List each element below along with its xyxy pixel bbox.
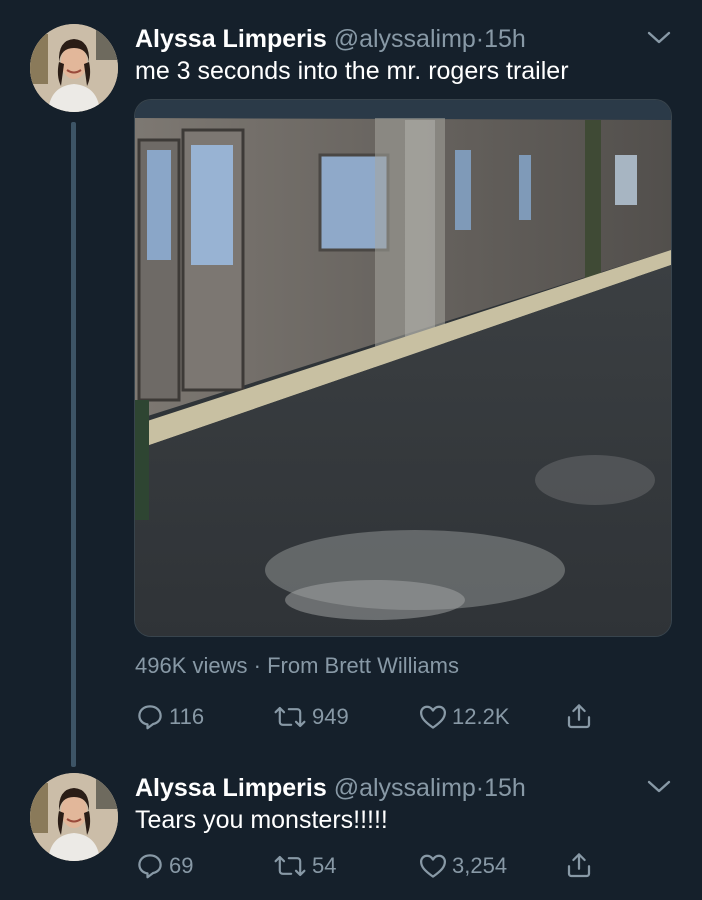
tweet-header: Alyssa Limperis @alyssalimp·15h <box>135 22 526 56</box>
timestamp[interactable]: 15h <box>484 774 526 802</box>
separator-dot: · <box>475 774 485 802</box>
view-count: 496K views <box>135 653 248 678</box>
retweet-icon <box>274 855 306 877</box>
chevron-down-icon[interactable] <box>646 777 672 797</box>
share-icon[interactable] <box>564 701 594 736</box>
heart-icon <box>420 705 446 729</box>
reply-button[interactable]: 116 <box>135 699 204 735</box>
tweet-text: Tears you monsters!!!!! <box>135 806 388 834</box>
retweet-count: 54 <box>312 853 337 878</box>
retweet-icon <box>274 706 306 728</box>
like-count: 12.2K <box>452 704 510 729</box>
reply-button[interactable]: 69 <box>135 848 193 884</box>
chevron-down-icon[interactable] <box>646 28 672 48</box>
reply-icon <box>138 705 162 730</box>
heart-icon <box>420 854 446 878</box>
tweet-header: Alyssa Limperis @alyssalimp·15h <box>135 771 526 805</box>
retweet-count: 949 <box>312 704 349 729</box>
like-count: 3,254 <box>452 853 508 878</box>
reply-count: 69 <box>169 853 194 878</box>
thread-line <box>71 122 76 767</box>
display-name[interactable]: Alyssa Limperis <box>135 774 327 802</box>
tweet-text: me 3 seconds into the mr. rogers trailer <box>135 57 569 85</box>
timestamp[interactable]: 15h <box>484 25 526 53</box>
display-name[interactable]: Alyssa Limperis <box>135 25 327 53</box>
tweet-actions: 69 54 3,254 <box>135 848 605 884</box>
reply-icon <box>138 854 162 879</box>
like-button[interactable]: 3,254 <box>418 848 507 884</box>
share-icon[interactable] <box>564 850 594 885</box>
retweet-button[interactable]: 54 <box>272 848 336 884</box>
retweet-button[interactable]: 949 <box>272 699 349 735</box>
like-button[interactable]: 12.2K <box>418 699 510 735</box>
video-player[interactable] <box>135 100 671 636</box>
avatar[interactable] <box>30 24 118 112</box>
separator-dot: · <box>253 653 261 678</box>
user-handle[interactable]: @alyssalimp <box>334 25 476 53</box>
user-handle[interactable]: @alyssalimp <box>334 774 476 802</box>
avatar[interactable] <box>30 773 118 861</box>
separator-dot: · <box>475 25 485 53</box>
tweet-actions: 116 949 12.2K <box>135 699 605 735</box>
reply-count: 116 <box>169 704 205 729</box>
media-meta: 496K views · From Brett Williams <box>135 650 459 682</box>
media-source[interactable]: From Brett Williams <box>267 653 459 678</box>
